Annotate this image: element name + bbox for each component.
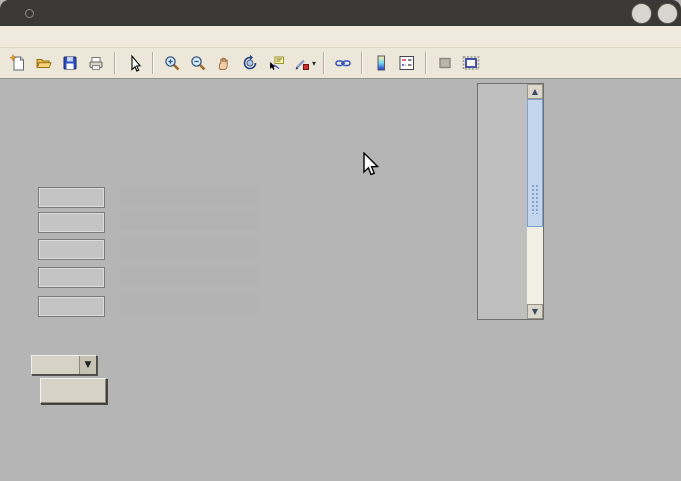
print-icon[interactable]	[83, 51, 109, 75]
insert-legend-icon[interactable]	[394, 51, 420, 75]
dither-button[interactable]	[120, 266, 258, 286]
searchrange-button[interactable]	[120, 293, 258, 313]
spotdetthres-field[interactable]	[38, 212, 105, 233]
new-file-icon[interactable]	[5, 51, 31, 75]
link-plots-icon[interactable]	[330, 51, 356, 75]
listbox-scrollbar[interactable]: ▲ ▼	[527, 84, 543, 319]
insert-colorbar-icon[interactable]	[368, 51, 394, 75]
menu-tools[interactable]	[58, 35, 76, 39]
zoom-out-icon[interactable]	[185, 51, 211, 75]
toolbar-separator	[425, 52, 427, 74]
dither-field[interactable]	[38, 267, 105, 288]
title-bar	[0, 0, 681, 26]
menu-bar	[0, 26, 681, 48]
continue-button[interactable]	[40, 378, 107, 404]
clipped-label	[121, 206, 258, 210]
dock-figure-icon[interactable]	[458, 51, 484, 75]
bg-threshold-button[interactable]	[120, 186, 258, 206]
toolbar-separator	[152, 52, 154, 74]
menu-genreports[interactable]	[40, 35, 58, 39]
save-icon[interactable]	[57, 51, 83, 75]
pointer-icon[interactable]	[121, 51, 147, 75]
brush-dropdown-caret-icon[interactable]: ▾	[312, 59, 316, 68]
toolbar-separator	[361, 52, 363, 74]
radius-field[interactable]	[38, 239, 105, 260]
searchrange-field[interactable]	[38, 296, 105, 317]
hide-plot-tools-icon[interactable]	[432, 51, 458, 75]
mouse-cursor-icon	[362, 152, 384, 178]
scrollbar-grip	[531, 184, 540, 214]
radius-button[interactable]	[120, 238, 258, 258]
scroll-down-icon[interactable]: ▼	[527, 304, 543, 319]
toolbar-separator	[114, 52, 116, 74]
window-menu-icon[interactable]	[25, 9, 34, 18]
scroll-up-icon[interactable]: ▲	[527, 84, 543, 99]
growth-dropdown[interactable]: ▼	[31, 355, 97, 375]
menu-parameters[interactable]	[76, 35, 94, 39]
minimize-button[interactable]	[631, 3, 652, 24]
scrollbar-thumb[interactable]	[527, 99, 543, 227]
spotdetthres-button[interactable]	[120, 211, 258, 231]
open-file-icon[interactable]	[31, 51, 57, 75]
toolbar: ▾	[0, 48, 681, 79]
menu-run[interactable]	[22, 35, 40, 39]
bg-threshold-field[interactable]	[38, 187, 105, 208]
close-button[interactable]	[657, 3, 678, 24]
menu-file[interactable]	[4, 35, 22, 39]
menu-database[interactable]	[94, 35, 112, 39]
spot-listbox[interactable]: ▲ ▼	[477, 83, 544, 320]
rotate-3d-icon[interactable]	[237, 51, 263, 75]
data-cursor-icon[interactable]	[263, 51, 289, 75]
dropdown-arrow-icon[interactable]: ▼	[79, 356, 96, 374]
pan-hand-icon[interactable]	[211, 51, 237, 75]
zoom-in-icon[interactable]	[159, 51, 185, 75]
toolbar-separator	[323, 52, 325, 74]
app-window: ▾ ▼ ▲	[0, 0, 681, 481]
